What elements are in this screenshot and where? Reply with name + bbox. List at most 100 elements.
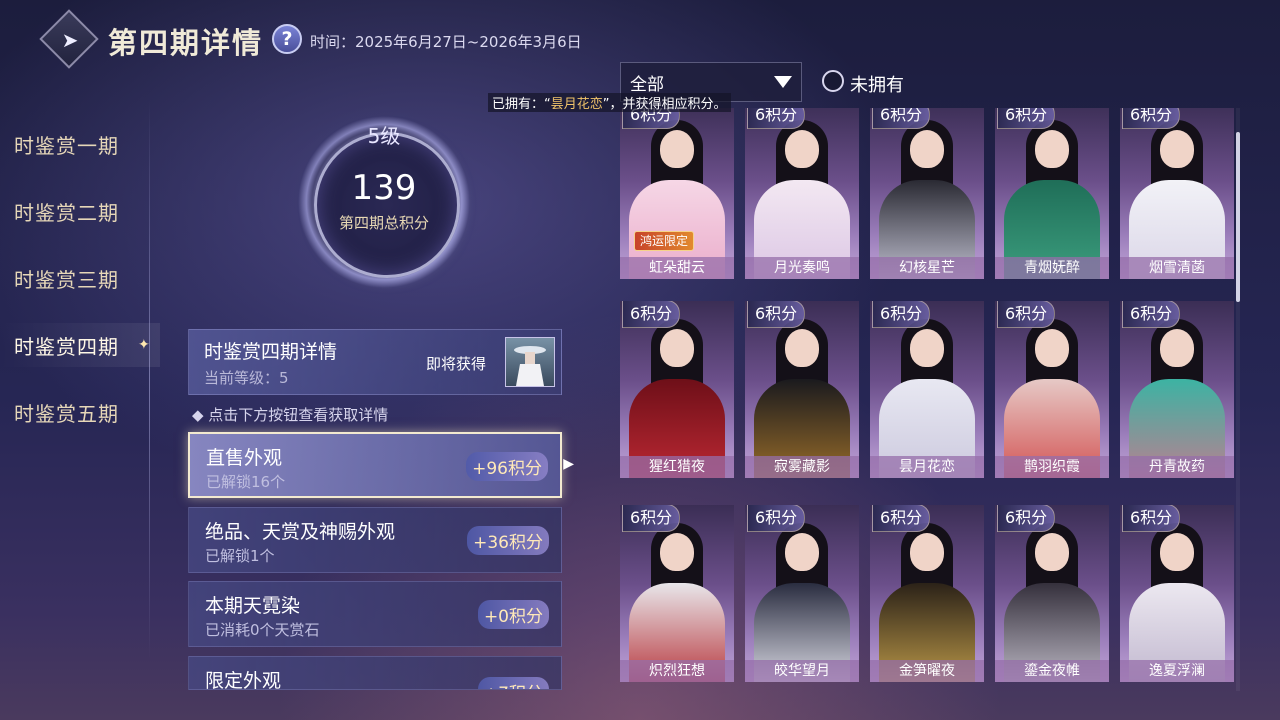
outfit-figure-face bbox=[1160, 329, 1194, 367]
outfit-card[interactable]: 6积分猩红猎夜 bbox=[620, 301, 734, 478]
outfit-figure-face bbox=[785, 533, 819, 571]
outfit-figure-face bbox=[785, 329, 819, 367]
outfit-name: 烟雪清菡 bbox=[1120, 257, 1234, 279]
outfit-card[interactable]: 6积分月光奏鸣 bbox=[745, 108, 859, 279]
outfit-figure-face bbox=[660, 533, 694, 571]
outfit-card[interactable]: 6积分金笋曜夜 bbox=[870, 505, 984, 682]
hint-text: ◆ 点击下方按钮查看获取详情 bbox=[192, 406, 389, 424]
outfit-grid: 6积分 鸿运限定 虹朵甜云 6积分 月光奏鸣 6积分 幻核星芒 6积分 青烟妩醉 6积分 烟雪清菡 6… bbox=[620, 108, 1240, 691]
help-icon[interactable]: ? bbox=[272, 24, 302, 54]
nav-item-period-1[interactable]: 时鉴赏一期 bbox=[14, 130, 119, 159]
outfit-name: 鎏金夜帷 bbox=[995, 660, 1109, 682]
category-sub: 已消耗0个天赏石 bbox=[205, 621, 320, 639]
outfit-name: 昙月花恋 bbox=[870, 456, 984, 478]
points-badge: 6积分 bbox=[872, 505, 931, 532]
outfit-card[interactable]: 6积分丹青故药 bbox=[1120, 301, 1234, 478]
active-marker-icon: ✦ bbox=[138, 337, 150, 353]
outfit-card[interactable]: 6积分鎏金夜帷 bbox=[995, 505, 1109, 682]
outfit-name: 鹊羽织霞 bbox=[995, 456, 1109, 478]
owned-toast: 已拥有：“昙月花恋”，并获得相应积分。 bbox=[488, 93, 731, 112]
category-title: 直售外观 bbox=[206, 447, 283, 469]
points-badge: 6积分 bbox=[997, 108, 1056, 129]
category-points: +96积分 bbox=[466, 452, 548, 481]
outfit-figure-face bbox=[660, 329, 694, 367]
outfit-figure-face bbox=[910, 533, 944, 571]
outfit-name: 青烟妩醉 bbox=[995, 257, 1109, 279]
unowned-radio[interactable] bbox=[822, 70, 844, 92]
outfit-card[interactable]: 6积分昙月花恋 bbox=[870, 301, 984, 478]
category-title: 绝品、天赏及神赐外观 bbox=[205, 521, 396, 543]
category-limited[interactable]: 限定外观 +7积分 bbox=[188, 656, 562, 690]
outfit-figure-face bbox=[660, 130, 694, 168]
outfit-figure-face bbox=[910, 329, 944, 367]
page-title: 第四期详情 bbox=[108, 26, 264, 60]
points-badge: 6积分 bbox=[622, 505, 681, 532]
outfit-figure-face bbox=[785, 130, 819, 168]
points-badge: 6积分 bbox=[747, 301, 806, 328]
category-sub: 已解锁16个 bbox=[206, 473, 286, 491]
scrollbar-thumb[interactable] bbox=[1236, 132, 1240, 302]
period-detail-title: 时鉴赏四期详情 bbox=[204, 341, 338, 363]
category-title: 本期天霓染 bbox=[205, 595, 301, 617]
nav-item-period-4[interactable]: 时鉴赏四期 bbox=[14, 331, 119, 360]
period-time: 时间：2025年6月27日~2026年3月6日 bbox=[310, 33, 582, 51]
outfit-figure-face bbox=[1035, 329, 1069, 367]
back-arrow-icon: ➤ bbox=[61, 28, 79, 52]
total-score-label: 第四期总积分 bbox=[338, 214, 429, 232]
outfit-name: 逸夏浮澜 bbox=[1120, 660, 1234, 682]
upcoming-reward-label: 即将获得 bbox=[426, 355, 487, 373]
points-badge: 6积分 bbox=[1122, 301, 1181, 328]
outfit-card[interactable]: 6积分烟雪清菡 bbox=[1120, 108, 1234, 279]
outfit-name: 皎华望月 bbox=[745, 660, 859, 682]
points-badge: 6积分 bbox=[747, 505, 806, 532]
outfit-name: 金笋曜夜 bbox=[870, 660, 984, 682]
outfit-figure-face bbox=[1035, 130, 1069, 168]
outfit-card[interactable]: 6积分皎华望月 bbox=[745, 505, 859, 682]
chevron-down-icon bbox=[774, 76, 792, 88]
points-badge: 6积分 bbox=[1122, 505, 1181, 532]
current-level: 当前等级：5 bbox=[204, 369, 289, 387]
category-points: +36积分 bbox=[467, 526, 549, 555]
outfit-name: 幻核星芒 bbox=[870, 257, 984, 279]
limited-tag: 鸿运限定 bbox=[634, 231, 695, 251]
points-badge: 6积分 bbox=[622, 301, 681, 328]
nav-item-period-2[interactable]: 时鉴赏二期 bbox=[14, 197, 119, 226]
outfit-card[interactable]: 6积分炽烈狂想 bbox=[620, 505, 734, 682]
unowned-label[interactable]: 未拥有 bbox=[850, 71, 904, 97]
category-points: +0积分 bbox=[477, 600, 549, 629]
outfit-figure-face bbox=[1160, 533, 1194, 571]
nav-item-period-5[interactable]: 时鉴赏五期 bbox=[14, 398, 119, 427]
owned-toast-name: 昙月花恋 bbox=[550, 97, 603, 112]
outfit-name: 猩红猎夜 bbox=[620, 456, 734, 478]
points-badge: 6积分 bbox=[872, 301, 931, 328]
category-premium[interactable]: 绝品、天赏及神赐外观 已解锁1个 +36积分 bbox=[188, 507, 562, 573]
outfit-name: 虹朵甜云 bbox=[620, 257, 734, 279]
points-badge: 6积分 bbox=[1122, 108, 1181, 129]
outfit-name: 炽烈狂想 bbox=[620, 660, 734, 682]
nav-divider bbox=[149, 100, 150, 660]
points-badge: 6积分 bbox=[872, 108, 931, 129]
points-badge: 6积分 bbox=[997, 301, 1056, 328]
outfit-card[interactable]: 6积分幻核星芒 bbox=[870, 108, 984, 279]
outfit-card[interactable]: 6积分寂雾藏影 bbox=[745, 301, 859, 478]
category-title: 限定外观 bbox=[205, 670, 282, 690]
upcoming-reward-thumbnail[interactable] bbox=[505, 337, 555, 387]
nav-item-period-3[interactable]: 时鉴赏三期 bbox=[14, 264, 119, 293]
category-points: +7积分 bbox=[477, 677, 549, 689]
outfit-card[interactable]: 6积分鹊羽织霞 bbox=[995, 301, 1109, 478]
outfit-name: 寂雾藏影 bbox=[745, 456, 859, 478]
category-sub: 已解锁1个 bbox=[205, 547, 275, 565]
category-dye[interactable]: 本期天霓染 已消耗0个天赏石 +0积分 bbox=[188, 581, 562, 647]
outfit-name: 丹青故药 bbox=[1120, 456, 1234, 478]
points-badge: 6积分 bbox=[747, 108, 806, 129]
outfit-name: 月光奏鸣 bbox=[745, 257, 859, 279]
total-score: 139 bbox=[351, 168, 417, 208]
filter-selected: 全部 bbox=[630, 75, 664, 95]
outfit-card[interactable]: 6积分青烟妩醉 bbox=[995, 108, 1109, 279]
points-badge: 6积分 bbox=[997, 505, 1056, 532]
outfit-card[interactable]: 6积分逸夏浮澜 bbox=[1120, 505, 1234, 682]
outfit-figure-face bbox=[910, 130, 944, 168]
category-direct-sale[interactable]: 直售外观 已解锁16个 +96积分 ▶ bbox=[188, 432, 574, 498]
outfit-card[interactable]: 6积分 鸿运限定 虹朵甜云 bbox=[620, 108, 734, 279]
selected-arrow-icon: ▶ bbox=[563, 456, 574, 472]
